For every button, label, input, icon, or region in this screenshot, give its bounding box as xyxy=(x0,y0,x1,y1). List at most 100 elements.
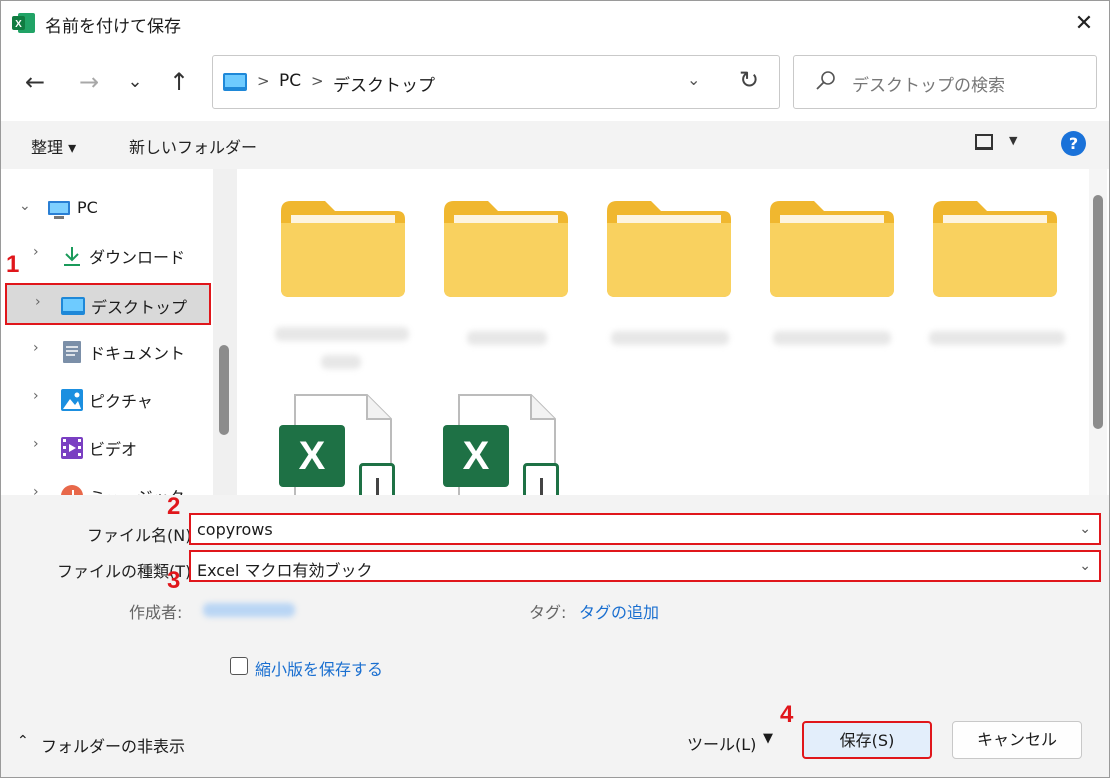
close-icon[interactable]: ✕ xyxy=(1069,9,1099,39)
sidebar-item-label: デスクトップ xyxy=(91,298,188,317)
tags-label: タグ: xyxy=(529,603,567,622)
navigation-scrollbar[interactable] xyxy=(213,169,237,495)
search-box[interactable]: デスクトップの検索 xyxy=(793,55,1097,109)
sidebar-item-desktop[interactable]: › デスクトップ xyxy=(5,283,211,325)
video-icon xyxy=(61,437,83,459)
music-icon xyxy=(61,485,83,495)
command-bar: 整理 ▾ 新しいフォルダー ▼ ? xyxy=(1,121,1109,169)
save-as-dialog: X 名前を付けて保存 ✕ ← → ⌄ ↑ > PC > デスクトップ ⌄ ↻ デ… xyxy=(0,0,1110,778)
pictures-icon xyxy=(61,389,83,411)
sidebar-item-documents[interactable]: › ドキュメント xyxy=(1,331,213,371)
navigation-pane: ⌄ PC › ダウンロード › デスクトップ › ドキュメント › ピクチャ ›… xyxy=(1,169,239,495)
sidebar-item-label: ダウンロード xyxy=(89,248,186,267)
filename-value: copyrows xyxy=(197,520,273,539)
address-bar[interactable]: > PC > デスクトップ ⌄ ↻ xyxy=(212,55,780,109)
step-marker-2: 2 xyxy=(167,493,181,520)
sidebar-item-videos[interactable]: › ビデオ xyxy=(1,427,213,467)
window-title: 名前を付けて保存 xyxy=(45,17,181,37)
dialog-footer: ⌃ フォルダーの非表示 ツール(L) ▼ 保存(S) キャンセル xyxy=(1,687,1109,777)
filename-input[interactable]: copyrows ⌄ xyxy=(189,513,1101,545)
sidebar-item-downloads[interactable]: › ダウンロード xyxy=(1,235,213,275)
breadcrumb-desktop[interactable]: デスクトップ xyxy=(333,71,435,96)
excel-badge: X xyxy=(279,425,345,487)
filename-label: ファイル名(N): xyxy=(87,526,197,545)
document-icon xyxy=(63,341,81,363)
macro-overlay-icon xyxy=(523,463,559,495)
chevron-up-icon[interactable]: ⌃ xyxy=(17,733,29,749)
expand-chevron-right-icon[interactable]: › xyxy=(33,436,39,452)
folder-icon[interactable] xyxy=(442,199,570,299)
excel-file-icon[interactable]: X xyxy=(443,393,583,495)
chevron-down-icon[interactable]: ⌄ xyxy=(1079,558,1091,574)
sidebar-item-label: ピクチャ xyxy=(89,392,153,411)
expand-chevron-right-icon[interactable]: › xyxy=(33,484,39,495)
sidebar-item-label: PC xyxy=(77,198,98,217)
svg-text:X: X xyxy=(15,19,22,30)
file-label xyxy=(773,331,891,345)
recent-locations-chevron-icon[interactable]: ⌄ xyxy=(115,62,155,102)
tools-button[interactable]: ツール(L) xyxy=(687,731,756,755)
file-label xyxy=(467,331,547,345)
add-tag-link[interactable]: タグの追加 xyxy=(579,599,659,623)
desktop-icon xyxy=(223,73,247,91)
sidebar-item-pc[interactable]: ⌄ PC xyxy=(1,189,213,229)
view-dropdown-icon[interactable]: ▼ xyxy=(1009,134,1017,147)
excel-file-icon[interactable]: X xyxy=(279,393,419,495)
organize-button[interactable]: 整理 ▾ xyxy=(31,134,76,158)
desktop-icon xyxy=(61,297,85,315)
view-layout-icon[interactable] xyxy=(975,134,993,150)
folder-icon[interactable] xyxy=(279,199,407,299)
step-marker-3: 3 xyxy=(167,567,181,594)
sidebar-item-label: ドキュメント xyxy=(89,344,186,363)
file-list: X X xyxy=(239,169,1109,495)
new-folder-button[interactable]: 新しいフォルダー xyxy=(129,134,257,158)
author-value[interactable] xyxy=(203,603,295,617)
cancel-button[interactable]: キャンセル xyxy=(952,721,1082,759)
up-icon[interactable]: ↑ xyxy=(159,62,199,102)
file-label xyxy=(611,331,729,345)
thumbnail-label[interactable]: 縮小版を保存する xyxy=(255,656,383,680)
breadcrumb-separator-icon: > xyxy=(311,72,324,90)
title-bar: X 名前を付けて保存 ✕ xyxy=(1,1,1109,47)
back-icon[interactable]: ← xyxy=(15,62,55,102)
help-icon[interactable]: ? xyxy=(1061,131,1086,156)
file-label xyxy=(929,331,1065,345)
tools-dropdown-icon[interactable]: ▼ xyxy=(763,731,773,746)
expand-chevron-right-icon[interactable]: › xyxy=(33,340,39,356)
expand-chevron-down-icon[interactable]: ⌄ xyxy=(19,198,31,214)
download-icon xyxy=(64,247,80,266)
thumbnail-checkbox[interactable] xyxy=(230,657,248,675)
pc-icon xyxy=(48,201,70,219)
step-marker-1: 1 xyxy=(6,251,20,278)
file-list-scrollbar-thumb[interactable] xyxy=(1093,195,1103,429)
filetype-value: Excel マクロ有効ブック xyxy=(197,561,373,580)
navigation-scrollbar-thumb[interactable] xyxy=(219,345,229,435)
macro-overlay-icon xyxy=(359,463,395,495)
filetype-select[interactable]: Excel マクロ有効ブック ⌄ xyxy=(189,550,1101,582)
excel-app-icon: X xyxy=(12,13,35,33)
folder-icon[interactable] xyxy=(768,199,896,299)
chevron-down-icon[interactable]: ⌄ xyxy=(1079,521,1091,537)
file-label xyxy=(321,355,361,369)
folder-icon[interactable] xyxy=(605,199,733,299)
step-marker-4: 4 xyxy=(780,701,794,728)
forward-icon[interactable]: → xyxy=(69,62,109,102)
refresh-icon[interactable]: ↻ xyxy=(739,66,759,94)
expand-chevron-right-icon[interactable]: › xyxy=(35,294,41,310)
file-list-scrollbar[interactable] xyxy=(1089,169,1107,495)
address-dropdown-icon[interactable]: ⌄ xyxy=(687,70,700,89)
hide-folders-button[interactable]: フォルダーの非表示 xyxy=(41,733,185,757)
breadcrumb-separator-icon: > xyxy=(257,72,270,90)
expand-chevron-right-icon[interactable]: › xyxy=(33,388,39,404)
file-label xyxy=(275,327,409,341)
search-placeholder: デスクトップの検索 xyxy=(852,76,1005,96)
navigation-bar: ← → ⌄ ↑ > PC > デスクトップ ⌄ ↻ デスクトップの検索 xyxy=(1,47,1109,121)
sidebar-item-music[interactable]: › ミュージック xyxy=(1,475,213,495)
sidebar-item-pictures[interactable]: › ピクチャ xyxy=(1,379,213,419)
breadcrumb-pc[interactable]: PC xyxy=(279,71,301,91)
save-button[interactable]: 保存(S) xyxy=(802,721,932,759)
folder-icon[interactable] xyxy=(931,199,1059,299)
expand-chevron-right-icon[interactable]: › xyxy=(33,244,39,260)
search-icon xyxy=(816,71,835,90)
author-label: 作成者: xyxy=(129,603,183,622)
